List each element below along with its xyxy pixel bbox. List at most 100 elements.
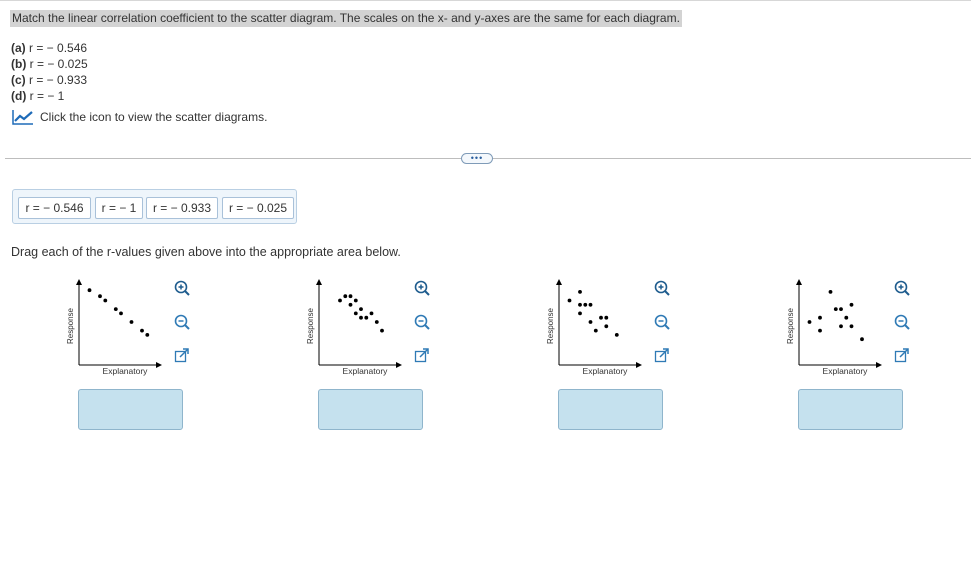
scatter-point <box>380 328 384 333</box>
option-d: (d) r = − 1 <box>11 88 64 104</box>
scatter-point <box>839 307 843 311</box>
y-axis-label: Response <box>306 307 315 345</box>
scatter-point <box>359 315 363 320</box>
scatter-plot <box>796 279 882 368</box>
option-value: r = − 0.933 <box>25 73 88 87</box>
option-letter: (b) <box>11 57 27 71</box>
scatter-point <box>353 311 358 316</box>
scatter-point <box>599 315 603 320</box>
top-rule <box>0 0 971 1</box>
scatter-diagram: Response Explanatory <box>784 276 934 376</box>
view-diagrams-line: Click the icon to view the scatter diagr… <box>12 108 267 126</box>
option-b: (b) r = − 0.025 <box>11 56 88 72</box>
instruction-text: Drag each of the r-values given above in… <box>11 245 401 259</box>
zoom-out-icon[interactable] <box>893 313 911 331</box>
option-value: r = − 1 <box>26 89 65 103</box>
zoom-out-icon[interactable] <box>413 313 431 331</box>
scatter-diagram: Response Explanatory <box>544 276 694 376</box>
answer-drop-zone[interactable] <box>558 389 663 430</box>
question-text: Match the linear correlation coefficient… <box>10 10 682 27</box>
r-chip[interactable]: r = − 0.546 <box>18 197 91 219</box>
zoom-in-icon[interactable] <box>893 279 911 297</box>
scatter-point <box>338 298 342 303</box>
zoom-in-icon[interactable] <box>173 279 191 297</box>
scatter-point <box>604 324 609 329</box>
y-axis-label: Response <box>546 307 555 345</box>
scatter-point <box>103 298 108 303</box>
popout-icon[interactable] <box>653 347 671 365</box>
option-value: r = − 0.025 <box>26 57 88 71</box>
scatter-point <box>833 307 838 311</box>
zoom-in-icon[interactable] <box>653 279 671 297</box>
scatter-point <box>849 324 854 329</box>
scatter-point <box>583 302 588 307</box>
y-axis-label: Response <box>66 307 75 345</box>
r-chip[interactable]: r = − 0.025 <box>222 197 294 219</box>
option-letter: (a) <box>11 41 26 55</box>
scatter-point <box>364 315 369 320</box>
scatter-point <box>87 288 92 293</box>
scatter-point <box>369 311 374 316</box>
scatter-point <box>807 320 812 324</box>
option-value: r = − 0.546 <box>25 41 88 55</box>
popout-icon[interactable] <box>413 347 431 365</box>
scatter-point <box>588 320 593 324</box>
scatter-point <box>588 302 593 307</box>
popout-icon[interactable] <box>893 347 911 365</box>
scatter-point <box>374 320 379 324</box>
option-letter: (d) <box>11 89 27 103</box>
option-c: (c) r = − 0.933 <box>11 72 87 88</box>
scatter-point <box>614 333 619 337</box>
scatter-point <box>818 315 822 320</box>
scatter-point <box>348 302 353 307</box>
scatter-point <box>353 298 358 303</box>
scatter-point <box>849 302 854 307</box>
chart-icon[interactable] <box>12 109 34 125</box>
scatter-point <box>578 311 582 316</box>
scatter-point <box>119 311 123 316</box>
zoom-out-icon[interactable] <box>173 313 191 331</box>
scatter-point <box>593 328 598 333</box>
scatter-plot <box>556 279 642 368</box>
scatter-plot <box>76 279 162 368</box>
scatter-point <box>860 337 864 342</box>
scatter-point <box>129 320 134 324</box>
scatter-point <box>359 307 363 311</box>
view-prompt: Click the icon to view the scatter diagr… <box>40 110 268 124</box>
r-chip[interactable]: r = − 0.933 <box>146 197 218 219</box>
x-axis-label: Explanatory <box>342 366 388 376</box>
more-button[interactable]: ••• <box>461 153 493 164</box>
scatter-diagram: Response Explanatory <box>304 276 454 376</box>
r-chip[interactable]: r = − 1 <box>95 197 143 219</box>
scatter-point <box>828 290 833 294</box>
zoom-out-icon[interactable] <box>653 313 671 331</box>
scatter-diagram: Response Explanatory <box>64 276 214 376</box>
x-axis-label: Explanatory <box>822 366 868 376</box>
y-axis-arrow <box>796 279 802 285</box>
option-letter: (c) <box>11 73 26 87</box>
answer-chip-tray: r = − 0.546 r = − 1 r = − 0.933 r = − 0.… <box>12 189 297 224</box>
x-axis-label: Explanatory <box>102 366 148 376</box>
scatter-point <box>145 333 150 337</box>
popout-icon[interactable] <box>173 347 191 365</box>
y-axis-arrow <box>556 279 562 285</box>
y-axis-arrow <box>316 279 322 285</box>
scatter-point <box>113 307 118 311</box>
scatter-point <box>348 294 353 299</box>
scatter-point <box>578 302 582 307</box>
answer-drop-zone[interactable] <box>318 389 423 430</box>
scatter-point <box>578 290 582 294</box>
y-axis-arrow <box>76 279 82 285</box>
scatter-point <box>839 324 843 329</box>
scatter-point <box>98 294 102 299</box>
answer-drop-zone[interactable] <box>798 389 903 430</box>
x-axis-label: Explanatory <box>582 366 628 376</box>
option-a: (a) r = − 0.546 <box>11 40 87 56</box>
scatter-point <box>567 298 572 303</box>
answer-drop-zone[interactable] <box>78 389 183 430</box>
zoom-in-icon[interactable] <box>413 279 431 297</box>
scatter-point <box>818 328 822 333</box>
scatter-point <box>844 315 849 320</box>
scatter-point <box>343 294 348 299</box>
scatter-plot <box>316 279 402 368</box>
